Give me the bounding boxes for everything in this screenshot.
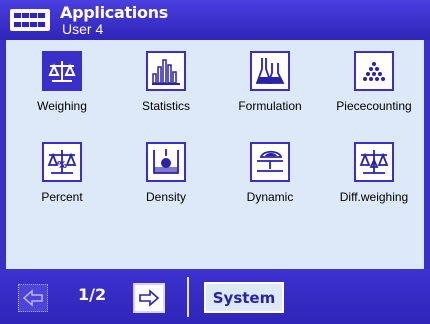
balance-scale-icon bbox=[42, 51, 82, 91]
app-piececounting[interactable]: Piececounting bbox=[322, 46, 426, 128]
menu-icon[interactable] bbox=[10, 9, 50, 31]
beaker-icon bbox=[146, 142, 186, 182]
app-label: Statistics bbox=[141, 99, 190, 113]
flask-icon bbox=[250, 51, 290, 91]
app-label: Diff.weighing bbox=[339, 190, 409, 204]
arrow-right-icon bbox=[139, 289, 160, 307]
applications-panel: Weighing Statistics Formulation Piececou… bbox=[0, 40, 430, 269]
header-bar: Applications User 4 bbox=[0, 0, 430, 40]
footer-divider bbox=[187, 277, 189, 317]
page-title: Applications bbox=[60, 3, 168, 22]
delta-scale-icon bbox=[354, 142, 394, 182]
app-formulation[interactable]: Formulation bbox=[218, 46, 322, 128]
app-weighing[interactable]: Weighing bbox=[10, 46, 114, 128]
app-label: Density bbox=[145, 190, 186, 204]
footer-bar: 1/2 System bbox=[0, 269, 430, 324]
next-page-button[interactable] bbox=[133, 283, 165, 313]
app-dynamic[interactable]: Dynamic bbox=[218, 137, 322, 219]
app-label: Piececounting bbox=[336, 99, 412, 113]
system-button[interactable]: System bbox=[204, 282, 284, 313]
app-label: Percent bbox=[41, 190, 83, 204]
page-indicator: 1/2 bbox=[78, 285, 107, 304]
app-statistics[interactable]: Statistics bbox=[114, 46, 218, 128]
app-label: Dynamic bbox=[246, 190, 294, 204]
percent-scale-icon: % bbox=[42, 142, 82, 182]
application-screen: Applications User 4 Weighing Statistics … bbox=[0, 0, 430, 324]
user-label: User 4 bbox=[62, 21, 104, 37]
app-label: Formulation bbox=[238, 99, 302, 113]
dynamic-scale-icon bbox=[250, 142, 290, 182]
app-diff-weighing[interactable]: Diff.weighing bbox=[322, 137, 426, 219]
app-label: Weighing bbox=[37, 99, 87, 113]
pieces-pile-icon bbox=[354, 51, 394, 91]
arrow-left-icon bbox=[22, 289, 43, 307]
svg-text:%: % bbox=[57, 160, 67, 171]
app-density[interactable]: Density bbox=[114, 137, 218, 219]
app-percent[interactable]: % Percent bbox=[10, 137, 114, 219]
bar-chart-icon bbox=[146, 51, 186, 91]
previous-page-button[interactable] bbox=[18, 284, 48, 312]
